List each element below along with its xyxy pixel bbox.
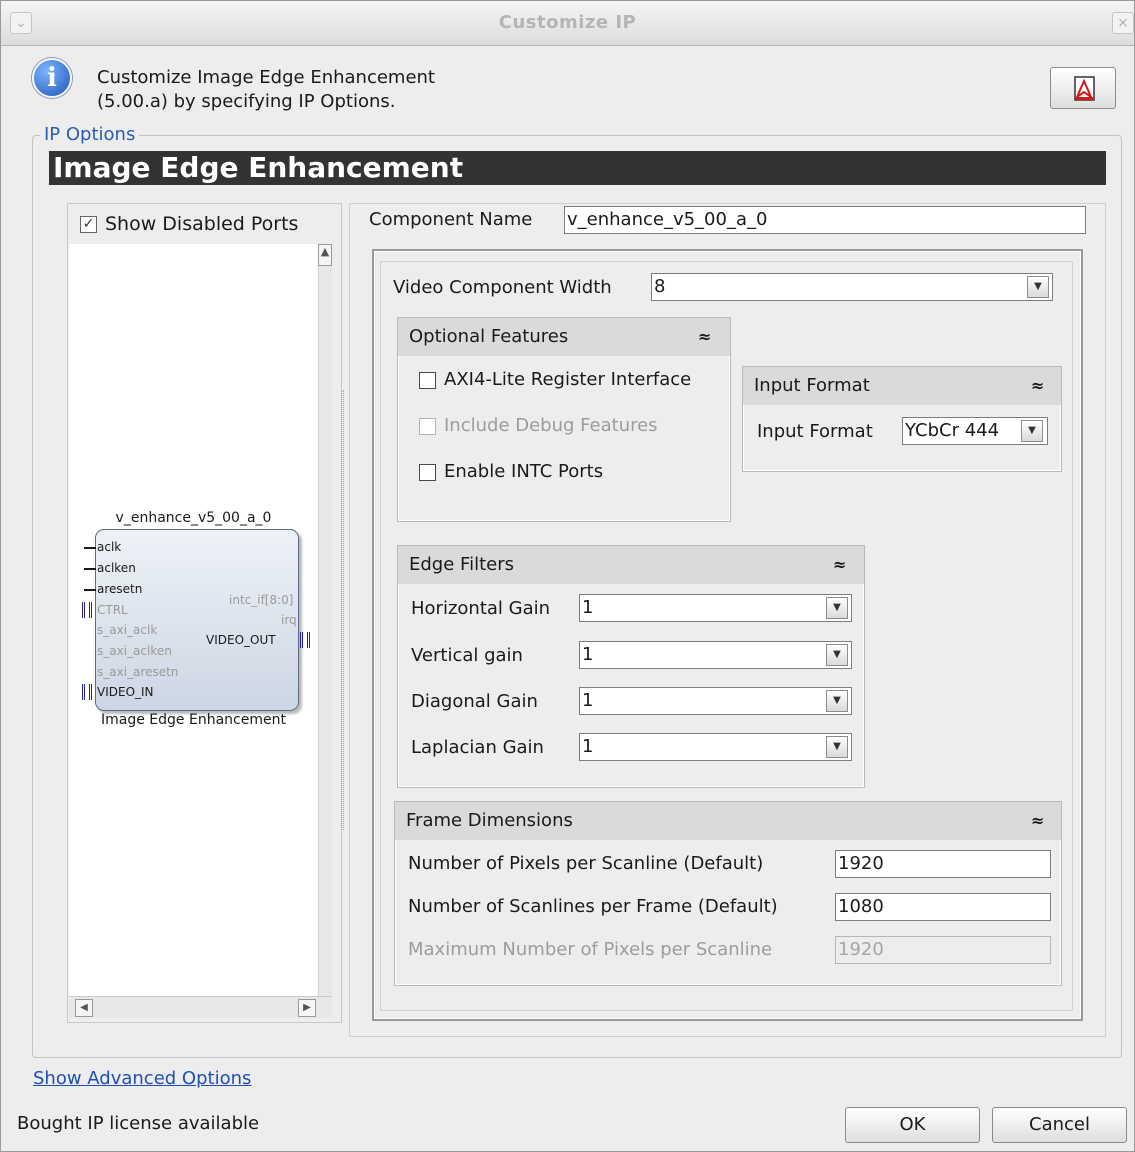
ip-instance-name: v_enhance_v5_00_a_0 [115,510,272,526]
info-icon: i [32,58,72,98]
diagonal-gain-value: 1 [582,690,594,711]
input-format-value: YCbCr 444 [905,420,1000,441]
checkmark-icon: ✓ [82,216,95,232]
max-pixels-per-scanline-label: Maximum Number of Pixels per Scanline [408,939,773,960]
header-description-line1: Customize Image Edge Enhancement [97,67,435,88]
pixels-per-scanline-label: Number of Pixels per Scanline (Default) [408,853,764,874]
scanlines-per-frame-input[interactable]: 1080 [835,893,1051,921]
port-video-in: VIDEO_IN [97,685,154,699]
ip-block[interactable] [95,529,299,711]
input-format-header[interactable]: Input Format [743,367,1061,405]
vertical-gain-label: Vertical gain [411,645,523,666]
optional-features-title: Optional Features [409,326,569,347]
ip-options-legend: IP Options [40,124,140,145]
bus-interface-icon [82,684,92,700]
close-icon: × [1117,15,1129,31]
diagonal-gain-label: Diagonal Gain [411,691,538,712]
documentation-button[interactable] [1050,67,1116,109]
port-aclken: aclken [97,561,136,575]
port-s-axi-aresetn: s_axi_aresetn [97,665,179,679]
intc-ports-label[interactable]: Enable INTC Ports [444,461,603,482]
header-description: Customize Image Edge Enhancement (5.00.a… [97,66,697,114]
port-video-out: VIDEO_OUT [206,633,276,647]
chevron-down-icon[interactable]: ▼ [826,690,848,712]
optional-features-header[interactable]: Optional Features [398,318,730,356]
chevron-down-icon[interactable]: ▼ [826,644,848,666]
edge-filters-title: Edge Filters [409,554,514,575]
show-advanced-options-link[interactable]: Show Advanced Options [33,1068,251,1089]
debug-features-label: Include Debug Features [444,415,658,436]
axi4-lite-checkbox[interactable] [419,372,436,389]
debug-features-checkbox [419,418,436,435]
port-intc-if: intc_if[8:0] [229,593,294,607]
port-line [84,568,96,570]
port-s-axi-aclken: s_axi_aclken [97,644,172,658]
laplacian-gain-label: Laplacian Gain [411,737,544,758]
horizontal-gain-label: Horizontal Gain [411,598,551,619]
symbol-horizontal-scrollbar[interactable] [69,996,332,1018]
show-disabled-ports-checkbox[interactable]: ✓ [80,216,97,233]
scanlines-per-frame-label: Number of Scanlines per Frame (Default) [408,896,778,917]
collapse-icon[interactable]: ≈ [833,555,846,574]
input-format-label: Input Format [757,421,873,442]
port-aresetn: aresetn [97,582,143,596]
scroll-right-icon[interactable]: ▶ [298,999,316,1017]
scroll-up-icon[interactable]: ▲ [318,244,332,266]
frame-dimensions-header[interactable]: Frame Dimensions [395,802,1061,840]
pixels-per-scanline-input[interactable]: 1920 [835,850,1051,878]
port-s-axi-aclk: s_axi_aclk [97,623,158,637]
collapse-icon[interactable]: ≈ [1031,811,1044,830]
panel-splitter[interactable] [341,390,344,830]
collapse-icon[interactable]: ≈ [698,327,711,346]
component-name-label: Component Name [369,209,533,230]
ip-banner-title: Image Edge Enhancement [49,151,1106,185]
chevron-down-icon[interactable]: ▼ [826,736,848,758]
port-line [84,589,96,591]
vertical-gain-value: 1 [582,644,594,665]
diagonal-gain-select[interactable]: 1 [579,687,852,715]
horizontal-gain-select[interactable]: 1 [579,594,852,622]
cancel-button[interactable]: Cancel [992,1107,1127,1143]
close-button[interactable]: × [1112,12,1134,34]
intc-ports-checkbox[interactable] [419,464,436,481]
video-width-select[interactable]: 8 [651,273,1053,301]
symbol-vertical-scrollbar[interactable] [318,244,332,996]
window-title: Customize IP [498,12,637,33]
ip-symbol-caption: Image Edge Enhancement [101,712,286,728]
port-aclk: aclk [97,540,122,554]
video-width-value: 8 [654,276,666,297]
collapse-icon[interactable]: ≈ [1031,376,1044,395]
ok-button[interactable]: OK [845,1107,980,1143]
axi4-lite-label[interactable]: AXI4-Lite Register Interface [444,369,691,390]
component-name-input[interactable]: v_enhance_v5_00_a_0 [564,206,1086,234]
header-description-line2: (5.00.a) by specifying IP Options. [97,91,396,112]
input-format-title: Input Format [754,375,870,396]
horizontal-gain-value: 1 [582,597,594,618]
license-status: Bought IP license available [17,1113,260,1134]
chevron-down-icon[interactable]: ▼ [1021,420,1043,442]
port-ctrl: CTRL [97,603,128,617]
port-irq: irq [281,613,297,627]
chevron-down-icon[interactable]: ▼ [1027,276,1049,298]
video-width-label: Video Component Width [393,277,612,298]
show-disabled-ports-label[interactable]: Show Disabled Ports [105,213,298,235]
pdf-document-icon [1074,76,1095,101]
laplacian-gain-select[interactable]: 1 [579,733,852,761]
max-pixels-per-scanline-input: 1920 [835,936,1051,964]
port-line [84,547,96,549]
scroll-left-icon[interactable]: ◀ [75,999,93,1017]
bus-interface-icon [82,602,92,618]
edge-filters-header[interactable]: Edge Filters [398,546,864,584]
vertical-gain-select[interactable]: 1 [579,641,852,669]
chevron-down-icon[interactable]: ▼ [826,597,848,619]
frame-dimensions-title: Frame Dimensions [406,810,573,831]
bus-interface-icon [300,632,310,648]
laplacian-gain-value: 1 [582,736,594,757]
